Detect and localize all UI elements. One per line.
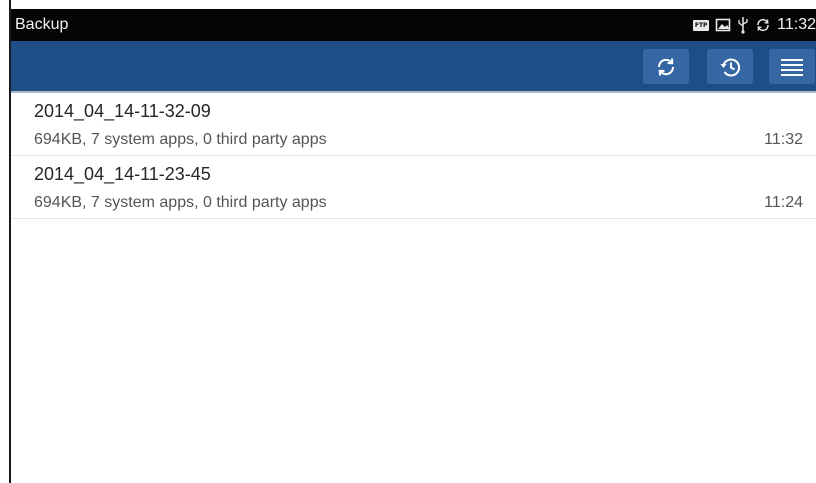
menu-button[interactable] [769,49,815,84]
app-title: Backup [15,16,69,33]
image-icon [715,17,731,33]
sync-icon [755,17,771,33]
backup-list: 2014_04_14-11-32-09 694KB, 7 system apps… [11,93,816,219]
backup-details: 694KB, 7 system apps, 0 third party apps [34,131,327,148]
status-time: 11:32 [777,16,816,33]
refresh-icon [654,55,678,79]
history-icon [718,55,742,79]
backup-list-item[interactable]: 2014_04_14-11-32-09 694KB, 7 system apps… [11,93,816,156]
backup-time: 11:24 [764,194,803,211]
menu-icon [779,56,805,78]
status-bar: Backup FTP 11:32 [11,9,816,41]
backup-time: 11:32 [764,131,803,148]
refresh-button[interactable] [643,49,689,84]
backup-name: 2014_04_14-11-32-09 [34,101,211,121]
status-icons: FTP 11:32 [693,14,816,36]
restore-history-button[interactable] [707,49,753,84]
backup-list-item[interactable]: 2014_04_14-11-23-45 694KB, 7 system apps… [11,156,816,219]
ftp-icon: FTP [693,19,710,31]
usb-icon [737,16,749,34]
backup-name: 2014_04_14-11-23-45 [34,164,211,184]
top-margin [9,0,816,9]
action-bar [11,41,816,93]
app-window: Backup FTP 11:32 2014_04_14-11-32-09 694… [0,0,816,483]
backup-details: 694KB, 7 system apps, 0 third party apps [34,194,327,211]
